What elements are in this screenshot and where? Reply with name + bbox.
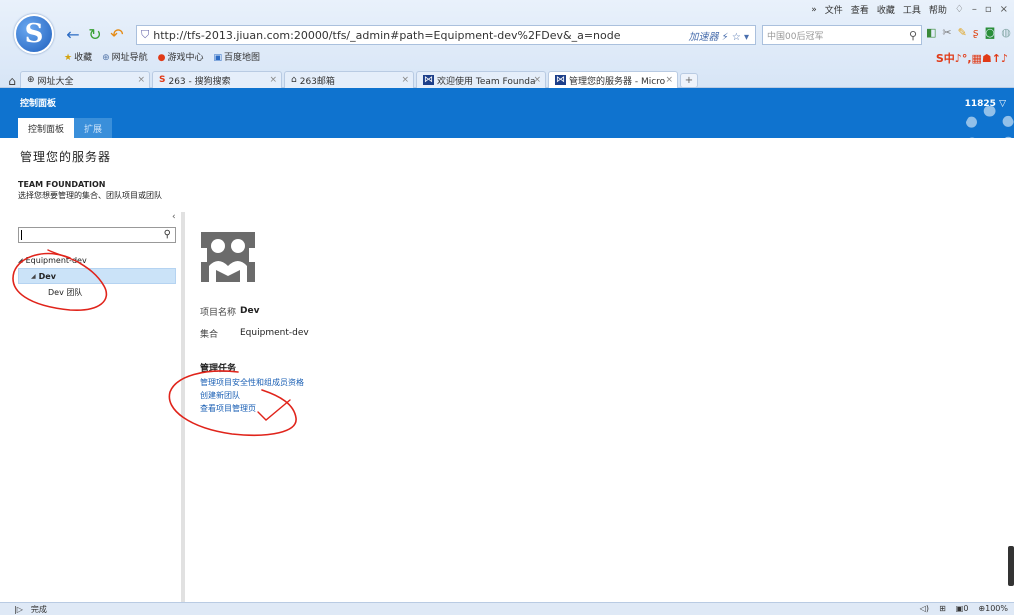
print-icon[interactable]: ⊞ (939, 604, 946, 613)
collection-label: 集合 (200, 329, 219, 340)
close-tab-icon[interactable]: × (137, 75, 145, 85)
zoom-level[interactable]: ⊕100% (978, 604, 1008, 613)
maximize-icon[interactable]: ▫ (985, 4, 992, 15)
admin-tasks-heading: 管理任务 (200, 364, 237, 374)
manage-security-link[interactable]: 管理项目安全性和组成员资格 (200, 377, 304, 390)
tree-node-team[interactable]: Dev 团队 (18, 284, 176, 300)
visual-studio-icon: ⋈ (423, 75, 434, 85)
menu-more[interactable]: » (811, 5, 817, 15)
search-box[interactable]: 中国00后冠军 ⚲ (762, 25, 922, 45)
globe-icon: ⊕ (27, 75, 35, 85)
team-project-icon (199, 232, 257, 282)
browser-tab[interactable]: ⌂ 263邮箱 × (284, 71, 414, 88)
tree-node-project-selected[interactable]: ◢ Dev (18, 268, 176, 284)
close-window-icon[interactable]: × (1000, 4, 1008, 15)
new-tab-button[interactable]: + (680, 73, 698, 88)
browser-tab-active[interactable]: ⋈ 管理您的服务器 - Micro × (548, 71, 678, 88)
close-tab-icon[interactable]: × (665, 75, 673, 85)
expand-triangle-icon[interactable]: ◢ (18, 257, 23, 264)
browser-tab[interactable]: ⋈ 欢迎使用 Team Founda × (416, 71, 546, 88)
search-icon[interactable]: ⚲ (164, 229, 171, 240)
close-tab-icon[interactable]: × (269, 75, 277, 85)
map-icon: ▣ (213, 53, 223, 63)
pin-icon[interactable]: ✎ (958, 26, 967, 40)
favorites-bar: ★ 收藏 ⊕ 网址导航 ● 游戏中心 ▣ 百度地图 (64, 50, 260, 63)
skin-icon[interactable]: ♢ (955, 4, 964, 15)
undo-close-icon[interactable]: ↶ (106, 25, 128, 45)
tab-control-panel[interactable]: 控制面板 (18, 118, 75, 138)
tree-node-collection[interactable]: ◢ Equipment-dev (18, 252, 176, 268)
tfs-tabs: 控制面板 扩展 (18, 118, 113, 138)
minimize-icon[interactable]: – (972, 4, 977, 15)
globe-icon: ⊕ (102, 53, 110, 63)
collection-value: Equipment-dev (240, 328, 309, 338)
sogou-search-icon: S (159, 75, 166, 85)
scrollbar-thumb[interactable] (1008, 546, 1014, 586)
mail-icon: ⌂ (291, 75, 297, 85)
game-icon: ● (157, 53, 166, 63)
accelerator-button[interactable]: 加速器 ⚡ ☆ ▾ (688, 28, 749, 43)
star-icon: ★ (64, 53, 73, 63)
tfs-header-title: 控制面板 (20, 99, 57, 109)
home-icon[interactable]: ⌂ (4, 74, 20, 88)
close-tab-icon[interactable]: × (533, 75, 541, 85)
visual-studio-icon: ⋈ (555, 75, 566, 85)
browser-tab[interactable]: ⊕ 网址大全 × (20, 71, 150, 88)
scissors-icon[interactable]: ✂ (942, 26, 951, 40)
menu-favorites[interactable]: 收藏 (877, 3, 895, 16)
collection-tree: ◢ Equipment-dev ◢ Dev Dev 团队 (18, 252, 176, 300)
page-title: 管理您的服务器 (20, 150, 112, 164)
browser-tab[interactable]: S 263 - 搜狗搜索 × (152, 71, 282, 88)
view-project-admin-link[interactable]: 查看项目管理页 (200, 403, 304, 416)
refresh-icon[interactable]: ↻ (84, 25, 106, 45)
favorite-item[interactable]: ● 游戏中心 (158, 50, 204, 63)
browser-tab-strip: ⌂ ⊕ 网址大全 × S 263 - 搜狗搜索 × ⌂ 263邮箱 × ⋈ 欢迎… (0, 70, 1014, 88)
project-metadata: 项目名称 Dev 集合 Equipment-dev (200, 300, 309, 344)
puzzle-icon[interactable]: ◧ (926, 26, 936, 40)
status-bar: |▷ 完成 ◁) ⊞ ▣0 ⊕100% (0, 602, 1014, 615)
favorite-item[interactable]: ▣ 百度地图 (214, 50, 261, 63)
menu-file[interactable]: 文件 (825, 3, 843, 16)
status-tray: ◁) ⊞ ▣0 ⊕100% (920, 604, 1008, 613)
expand-triangle-icon[interactable]: ◢ (31, 273, 36, 280)
text-caret (21, 230, 22, 240)
create-team-link[interactable]: 创建新团队 (200, 390, 304, 403)
menu-tools[interactable]: 工具 (903, 3, 921, 16)
sound-icon[interactable]: ◁) (920, 604, 929, 613)
tree-filter-input[interactable]: ⚲ (18, 227, 176, 243)
address-url: http://tfs-2013.jiuan.com:20000/tfs/_adm… (153, 28, 621, 42)
back-arrow-icon[interactable]: ← (62, 25, 84, 45)
menu-help[interactable]: 帮助 (929, 3, 947, 16)
favorite-item[interactable]: ★ 收藏 (64, 50, 92, 63)
close-tab-icon[interactable]: × (401, 75, 409, 85)
status-text: 完成 (30, 604, 47, 614)
address-bar[interactable]: ⛉ http://tfs-2013.jiuan.com:20000/tfs/_a… (136, 25, 756, 45)
sogou-browser-logo-icon[interactable]: S (14, 14, 54, 54)
browser-chrome: S » 文件 查看 收藏 工具 帮助 ♢ – ▫ × ← ↻ ↶ ⛉ http:… (0, 0, 1014, 88)
favorite-item[interactable]: ⊕ 网址导航 (102, 50, 148, 63)
section-heading: TEAM FOUNDATION (18, 180, 106, 189)
gear-icon (954, 106, 1014, 138)
secure-shield-icon: ⛉ (141, 28, 150, 41)
navigation-row: ← ↻ ↶ ⛉ http://tfs-2013.jiuan.com:20000/… (62, 24, 1012, 46)
search-placeholder: 中国00后冠军 (767, 31, 824, 42)
browser-top-menu: » 文件 查看 收藏 工具 帮助 ♢ – ▫ × (811, 3, 1008, 16)
sogou-input-toolbar[interactable]: S中♪°,▦☗↑♪ (936, 50, 1008, 66)
panel-splitter[interactable] (181, 212, 185, 602)
admin-task-list: 管理项目安全性和组成员资格 创建新团队 查看项目管理页 (200, 377, 304, 416)
search-icon[interactable]: ⚲ (909, 29, 917, 42)
section-subtitle: 选择您想要管理的集合、团队项目或团队 (18, 191, 162, 200)
sidebar-toggle-icon[interactable]: |▷ (14, 605, 23, 614)
project-name-label: 项目名称 (200, 307, 237, 318)
tab-extensions[interactable]: 扩展 (74, 118, 113, 138)
shield-icon[interactable]: ◙ (985, 26, 996, 40)
collapse-panel-button[interactable]: ‹ (172, 212, 176, 222)
sogou-icon[interactable]: ʂ (973, 26, 979, 40)
bird-icon[interactable]: ◍ (1001, 26, 1011, 40)
download-count[interactable]: ▣0 (956, 604, 969, 613)
toolbar-icons: ◧ ✂ ✎ ʂ ◙ ◍ ⤓ (926, 26, 1014, 40)
project-name-value: Dev (240, 306, 260, 316)
tfs-header: 控制面板 控制面板 扩展 11825 ▽ (0, 88, 1014, 138)
menu-view[interactable]: 查看 (851, 3, 869, 16)
